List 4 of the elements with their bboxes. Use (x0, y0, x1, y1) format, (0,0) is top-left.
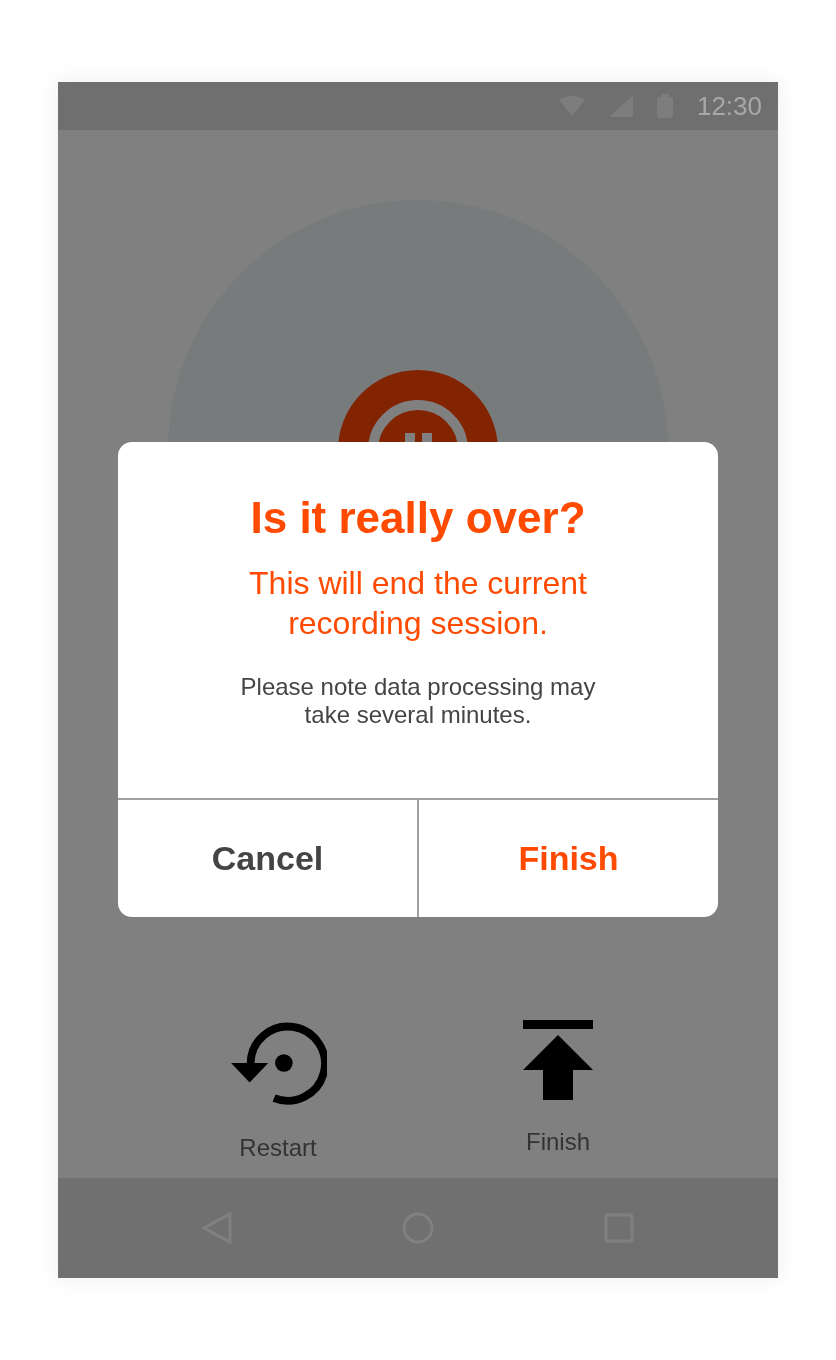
dialog-message: This will end the current recording session. (248, 564, 588, 643)
dialog-title: Is it really over? (250, 492, 586, 544)
dialog-note: Please note data processing may take several minutes. (239, 673, 597, 729)
status-time: 12:30 (696, 89, 762, 123)
